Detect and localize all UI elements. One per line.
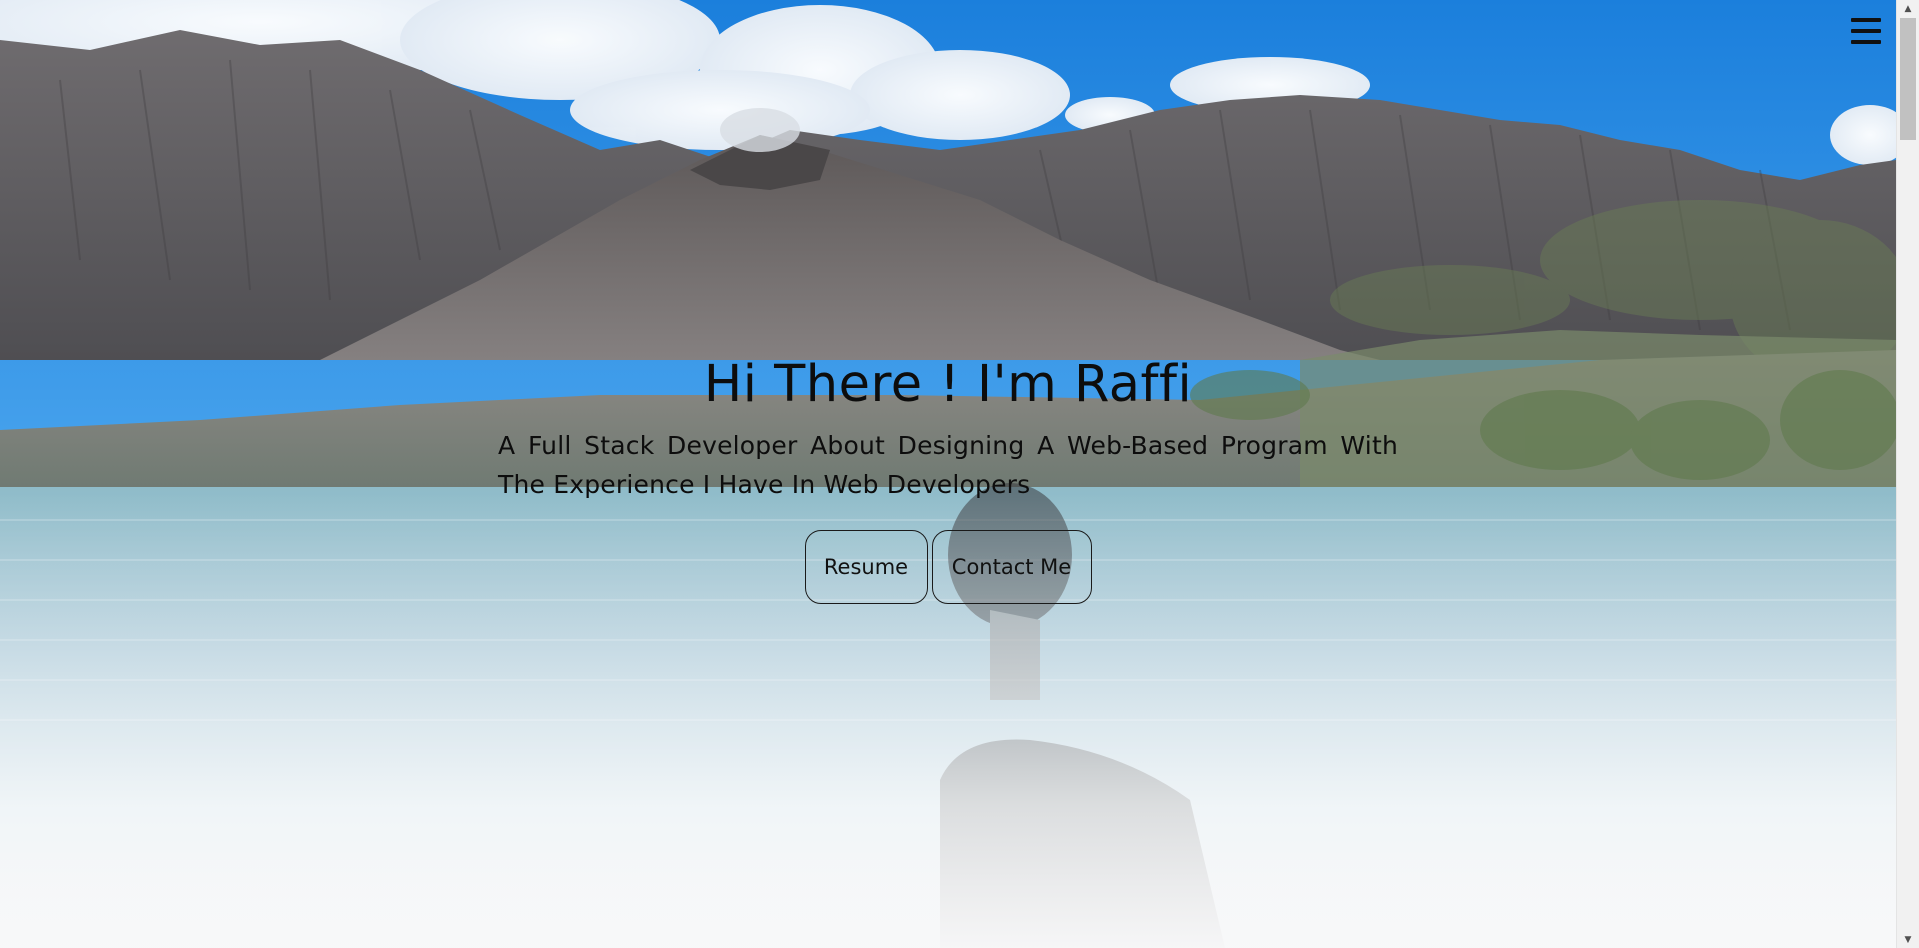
resume-button[interactable]: Resume	[804, 530, 928, 604]
hero-content: Hi There ! I'm Raffi A Full Stack Develo…	[0, 352, 1896, 604]
scrollbar-thumb[interactable]	[1900, 18, 1916, 140]
hero-title: Hi There ! I'm Raffi	[703, 355, 1193, 414]
vertical-scrollbar[interactable]: ▲ ▼	[1896, 0, 1919, 948]
scroll-down-arrow-icon[interactable]: ▼	[1897, 931, 1919, 948]
page-viewport: Hi There ! I'm Raffi A Full Stack Develo…	[0, 0, 1919, 948]
scroll-up-arrow-icon[interactable]: ▲	[1897, 0, 1919, 17]
hero-subtitle: A Full Stack Developer About Designing A…	[498, 431, 1398, 499]
menu-bar-top	[1851, 18, 1881, 22]
contact-me-button[interactable]: Contact Me	[931, 530, 1092, 604]
menu-bar-bottom	[1851, 40, 1881, 44]
hero-buttons: Resume Contact Me	[0, 530, 1896, 604]
menu-bar-middle	[1851, 29, 1881, 33]
hamburger-menu-icon[interactable]	[1851, 16, 1881, 46]
